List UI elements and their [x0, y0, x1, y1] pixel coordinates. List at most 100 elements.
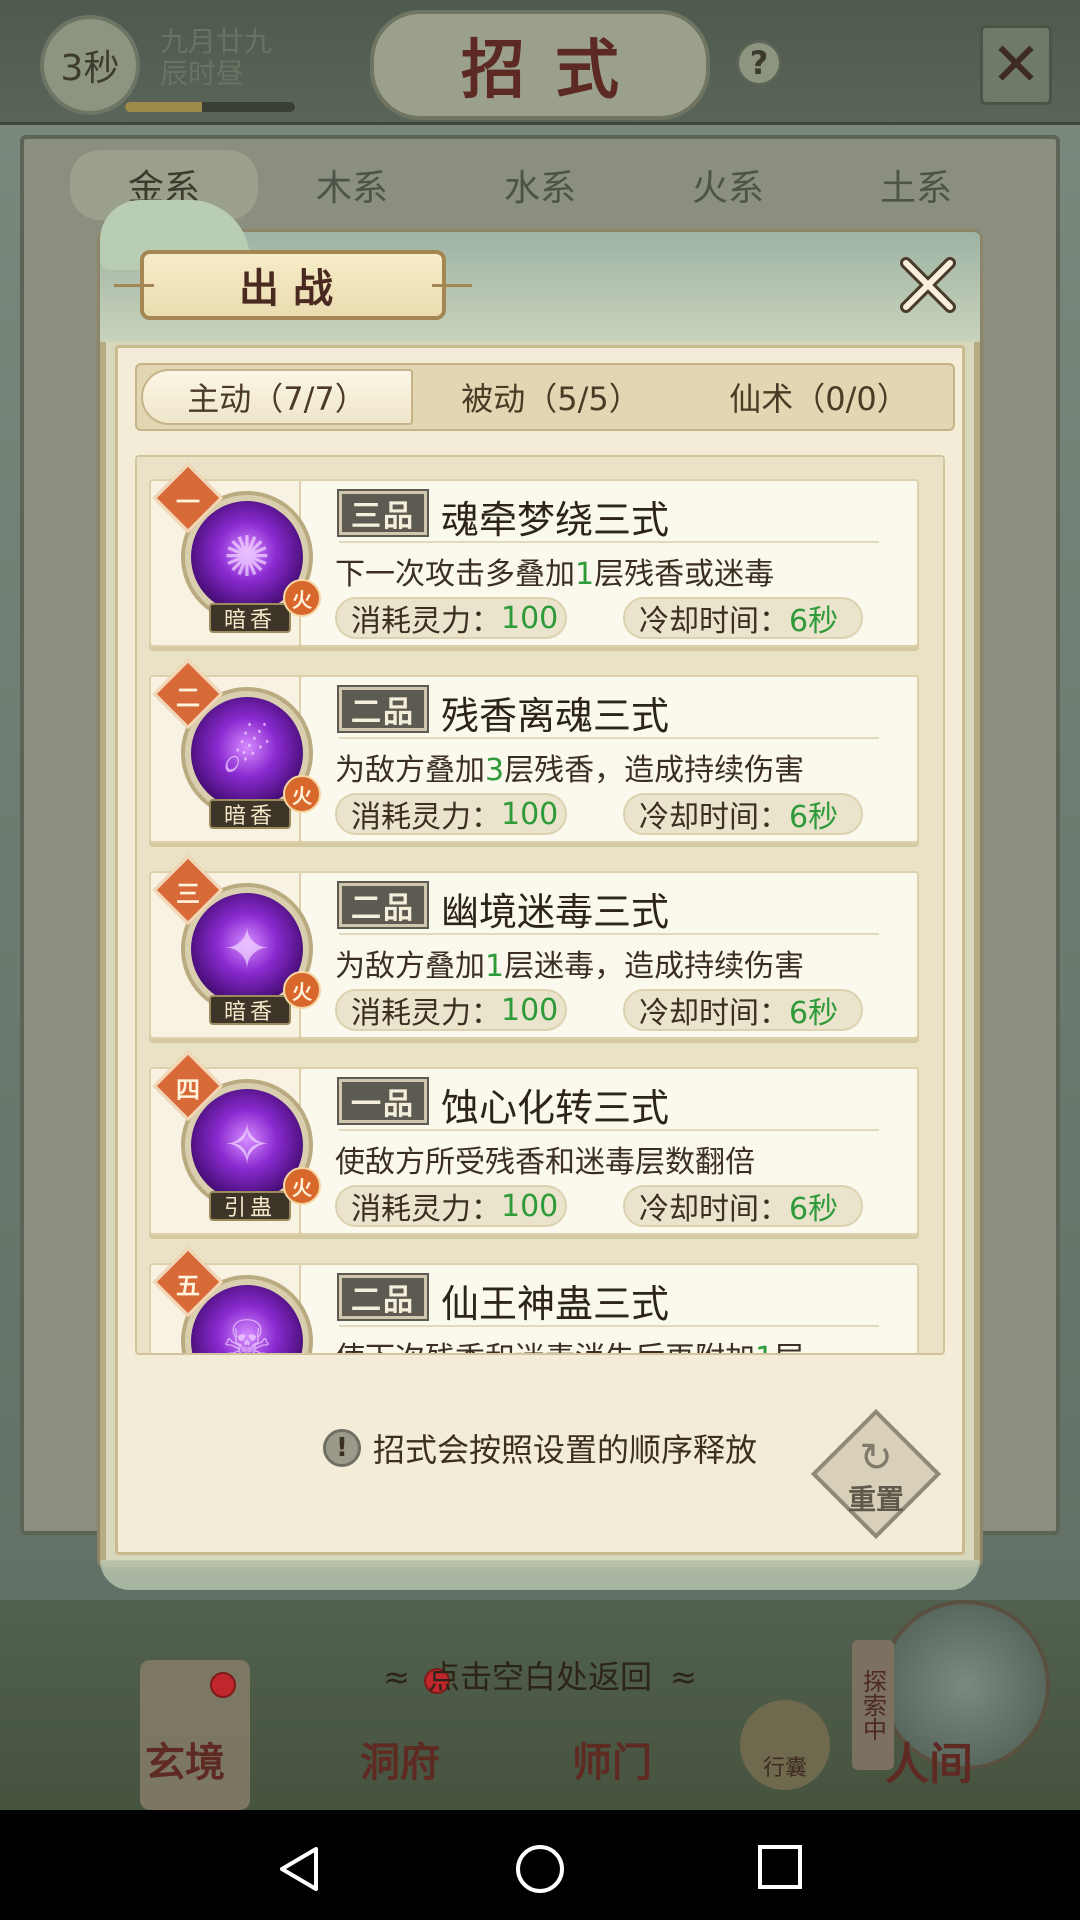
skill-card[interactable]: ✦ 三暗香火二品 幽境迷毒三式 为敌方叠加1层迷毒，造成持续伤害 消耗灵力： 100 冷却时… — [149, 854, 919, 1041]
cloud-deco-icon: ≈ — [383, 1658, 410, 1696]
cloud-deco-icon: ≈ — [670, 1658, 697, 1696]
nav-dongfu[interactable]: 洞府 — [360, 1730, 440, 1788]
desc-number: 1 — [575, 557, 595, 592]
cost-value: 100 — [501, 796, 559, 832]
back-icon[interactable] — [276, 1845, 324, 1893]
skill-name: 残香离魂三式 — [441, 694, 670, 738]
skill-description: 下一次攻击多叠加1层残香或迷毒 — [335, 549, 774, 593]
cost-label: 消耗灵力： — [351, 996, 501, 1031]
time-progress-fill — [125, 102, 202, 112]
element-badge: 火 — [283, 775, 321, 813]
skill-name: 幽境迷毒三式 — [441, 890, 670, 934]
order-number: 四 — [176, 1074, 200, 1104]
grade-badge: 一品 — [337, 1077, 429, 1125]
tab-element-fire[interactable]: 火系 — [634, 150, 822, 220]
desc-text: 层残香，造成持续伤害 — [504, 753, 805, 788]
order-number: 五 — [176, 1270, 200, 1300]
skill-list: ✺ 一暗香火三品 魂牵梦绕三式 下一次攻击多叠加1层残香或迷毒 消耗灵力： 100 冷却时间… — [135, 455, 945, 1355]
desc-text: 层 — [774, 1341, 804, 1353]
cost-value: 100 — [501, 992, 559, 1028]
date-line: 九月廿九 — [160, 25, 273, 58]
cooldown-value: 6秒 — [789, 1192, 839, 1227]
desc-text: 层残香或迷毒 — [594, 557, 775, 592]
tab-immortal-arts[interactable]: 仙术（0/0） — [685, 365, 953, 429]
game-date: 九月廿九 辰时昼 — [160, 26, 272, 90]
skill-name: 魂牵梦绕三式 — [441, 498, 670, 542]
exclamation-icon: ! — [322, 1429, 361, 1467]
divider — [339, 737, 879, 739]
close-icon[interactable] — [895, 252, 961, 318]
cost-label: 消耗灵力： — [351, 800, 501, 835]
skill-description: 为敌方叠加3层残香，造成持续伤害 — [335, 745, 804, 789]
reset-label: 重置 — [847, 1483, 904, 1516]
scroll-bottom-ornament — [100, 1560, 980, 1590]
school-label: 暗香 — [209, 603, 291, 633]
skill-card[interactable]: ☠五二品仙王神蛊三式使下次残香和迷毒消失后再附加1层 — [149, 1246, 919, 1353]
tab-element-wood[interactable]: 木系 — [258, 150, 446, 220]
order-number: 二 — [176, 682, 200, 712]
element-badge: 火 — [283, 579, 321, 617]
order-number: 三 — [176, 878, 200, 908]
cost-value: 100 — [501, 1188, 559, 1224]
tab-element-water[interactable]: 水系 — [446, 150, 634, 220]
desc-number: 1 — [485, 949, 505, 984]
cooldown: 冷却时间： 6秒 — [623, 793, 863, 835]
recents-icon[interactable] — [756, 1845, 804, 1893]
grade-badge: 二品 — [337, 1273, 429, 1321]
tab-active-skills[interactable]: 主动（7/7） — [141, 369, 413, 425]
skill-name: 仙王神蛊三式 — [441, 1282, 670, 1326]
order-number: 一 — [176, 486, 200, 516]
time-progress-bar — [125, 102, 295, 112]
tab-passive-skills[interactable]: 被动（5/5） — [417, 365, 685, 429]
cooldown-value: 6秒 — [789, 996, 839, 1031]
close-icon[interactable]: ✕ — [980, 25, 1052, 105]
mana-cost: 消耗灵力： 100 — [335, 597, 567, 639]
skill-type-tabs: 主动（7/7） 被动（5/5） 仙术（0/0） — [135, 363, 955, 431]
mana-cost: 消耗灵力： 100 — [335, 1185, 567, 1227]
tap-to-return-hint: ≈ 点击空白处返回 ≈ — [0, 1652, 1080, 1698]
cooldown-label: 冷却时间： — [639, 1192, 789, 1227]
modal-title: 出战 — [114, 250, 472, 320]
cost-label: 消耗灵力： — [351, 1192, 501, 1227]
cooldown-label: 冷却时间： — [639, 800, 789, 835]
nav-shimen[interactable]: 师门 — [572, 1730, 652, 1788]
question-icon[interactable]: ? — [736, 40, 782, 86]
school-label: 暗香 — [209, 799, 291, 829]
timer: 3秒 — [40, 15, 140, 115]
skill-card[interactable]: ✧ 四引蛊火一品 蚀心化转三式 使敌方所受残香和迷毒层数翻倍 消耗灵力： 100 冷却时间：… — [149, 1050, 919, 1237]
nav-xuanjing[interactable]: 玄境 — [145, 1730, 225, 1788]
divider — [339, 1129, 879, 1131]
divider — [339, 933, 879, 935]
desc-text: 下一次攻击多叠加 — [335, 557, 575, 592]
cooldown-label: 冷却时间： — [639, 604, 789, 639]
system-nav-bar — [0, 1810, 1080, 1920]
desc-text: 使敌方所受残香和迷毒层数翻倍 — [335, 1145, 755, 1180]
desc-text: 使下次残香和迷毒消失后再附加 — [335, 1341, 755, 1353]
cost-label: 消耗灵力： — [351, 604, 501, 639]
skill-card[interactable]: ☄ 二暗香火二品 残香离魂三式 为敌方叠加3层残香，造成持续伤害 消耗灵力： 100 冷却时… — [149, 658, 919, 845]
nav-bag[interactable]: 行囊 — [740, 1700, 830, 1790]
cooldown: 冷却时间： 6秒 — [623, 1185, 863, 1227]
mana-cost: 消耗灵力： 100 — [335, 793, 567, 835]
school-label: 引蛊 — [209, 1191, 291, 1221]
grade-badge: 二品 — [337, 881, 429, 929]
divider — [339, 1325, 879, 1327]
tab-element-earth[interactable]: 土系 — [822, 150, 1010, 220]
skill-card[interactable]: ✺ 一暗香火三品 魂牵梦绕三式 下一次攻击多叠加1层残香或迷毒 消耗灵力： 100 冷却时间… — [149, 462, 919, 649]
desc-number: 1 — [755, 1341, 774, 1353]
home-icon[interactable] — [514, 1845, 566, 1897]
skill-name: 蚀心化转三式 — [441, 1086, 670, 1130]
cooldown-value: 6秒 — [789, 604, 839, 639]
skill-description: 使下次残香和迷毒消失后再附加1层 — [335, 1333, 804, 1353]
grade-badge: 二品 — [337, 685, 429, 733]
grade-badge: 三品 — [337, 489, 429, 537]
nav-renjian[interactable]: 人间 — [885, 1728, 973, 1792]
element-badge: 火 — [283, 971, 321, 1009]
cost-value: 100 — [501, 600, 559, 636]
hint-text: 点击空白处返回 — [427, 1658, 652, 1696]
cooldown: 冷却时间： 6秒 — [623, 597, 863, 639]
skill-description: 为敌方叠加1层迷毒，造成持续伤害 — [335, 941, 804, 985]
cooldown-value: 6秒 — [789, 800, 839, 835]
cooldown: 冷却时间： 6秒 — [623, 989, 863, 1031]
cooldown-label: 冷却时间： — [639, 996, 789, 1031]
